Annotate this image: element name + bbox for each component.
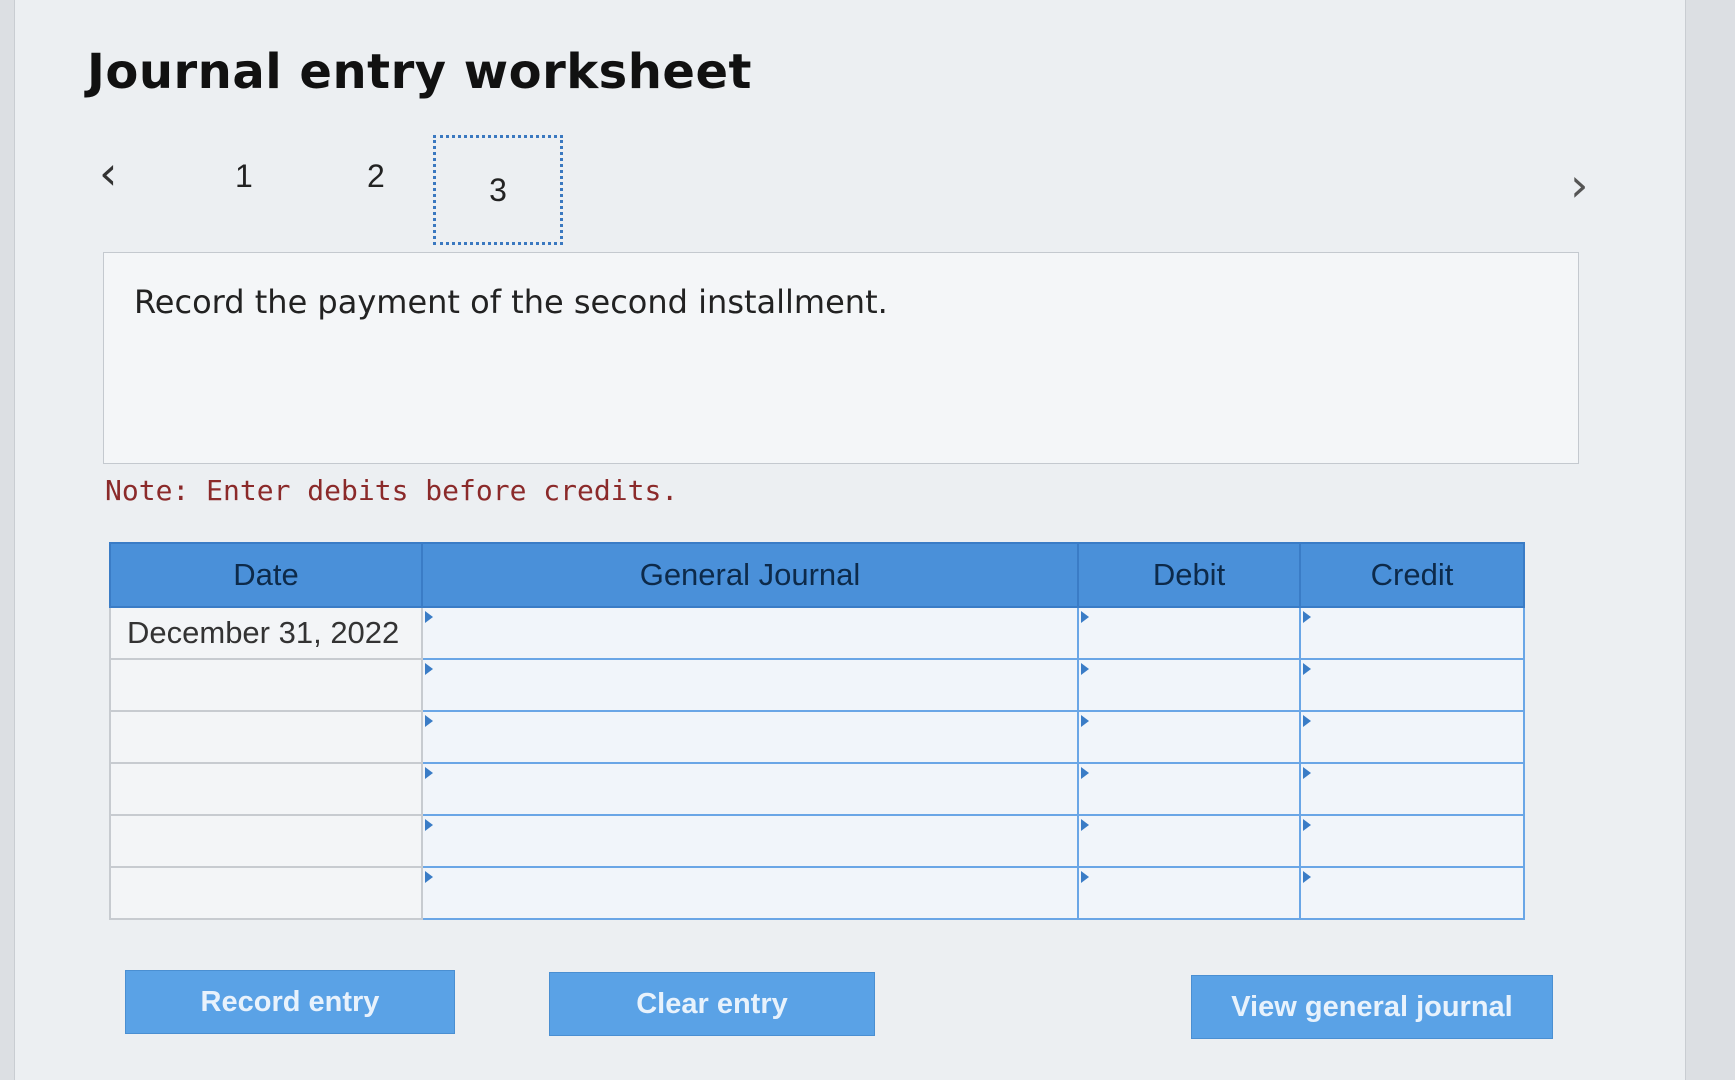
chevron-right-icon[interactable]: › <box>1570 162 1588 208</box>
table-row <box>109 710 1525 764</box>
clear-entry-button[interactable]: Clear entry <box>549 972 875 1036</box>
credit-input[interactable] <box>1299 710 1525 764</box>
header-credit: Credit <box>1299 542 1525 608</box>
step-3-label: 3 <box>489 171 507 208</box>
table-row <box>109 866 1525 920</box>
account-input[interactable] <box>421 710 1079 764</box>
account-input[interactable] <box>421 814 1079 868</box>
account-input[interactable] <box>421 606 1079 660</box>
account-input[interactable] <box>421 866 1079 920</box>
table-header-row: Date General Journal Debit Credit <box>109 542 1525 608</box>
credit-input[interactable] <box>1299 658 1525 712</box>
date-cell <box>109 814 423 868</box>
debit-input[interactable] <box>1077 606 1301 660</box>
header-date: Date <box>109 542 423 608</box>
step-2-tab[interactable]: 2 <box>367 158 385 195</box>
note-text: Note: Enter debits before credits. <box>105 474 679 507</box>
credit-input[interactable] <box>1299 866 1525 920</box>
view-general-journal-button[interactable]: View general journal <box>1191 975 1553 1039</box>
table-row <box>109 762 1525 816</box>
header-debit: Debit <box>1077 542 1301 608</box>
debit-input[interactable] <box>1077 710 1301 764</box>
chevron-left-icon[interactable]: ‹ <box>99 150 117 196</box>
record-entry-button[interactable]: Record entry <box>125 970 455 1034</box>
debit-input[interactable] <box>1077 658 1301 712</box>
instruction-box: Record the payment of the second install… <box>103 252 1579 464</box>
date-cell <box>109 658 423 712</box>
worksheet-page: Journal entry worksheet ‹ 1 2 3 › Record… <box>14 0 1686 1080</box>
account-input[interactable] <box>421 762 1079 816</box>
date-cell <box>109 866 423 920</box>
journal-table: Date General Journal Debit Credit Decemb… <box>109 542 1525 920</box>
date-cell <box>109 710 423 764</box>
date-cell: December 31, 2022 <box>109 606 423 660</box>
table-row <box>109 658 1525 712</box>
date-cell <box>109 762 423 816</box>
table-row: December 31, 2022 <box>109 606 1525 660</box>
instruction-text: Record the payment of the second install… <box>134 283 888 321</box>
header-general-journal: General Journal <box>421 542 1079 608</box>
table-row <box>109 814 1525 868</box>
account-input[interactable] <box>421 658 1079 712</box>
debit-input[interactable] <box>1077 814 1301 868</box>
credit-input[interactable] <box>1299 606 1525 660</box>
debit-input[interactable] <box>1077 762 1301 816</box>
debit-input[interactable] <box>1077 866 1301 920</box>
step-3-tab[interactable]: 3 <box>433 135 563 245</box>
credit-input[interactable] <box>1299 814 1525 868</box>
step-1-tab[interactable]: 1 <box>235 158 253 195</box>
credit-input[interactable] <box>1299 762 1525 816</box>
page-title: Journal entry worksheet <box>87 44 752 100</box>
